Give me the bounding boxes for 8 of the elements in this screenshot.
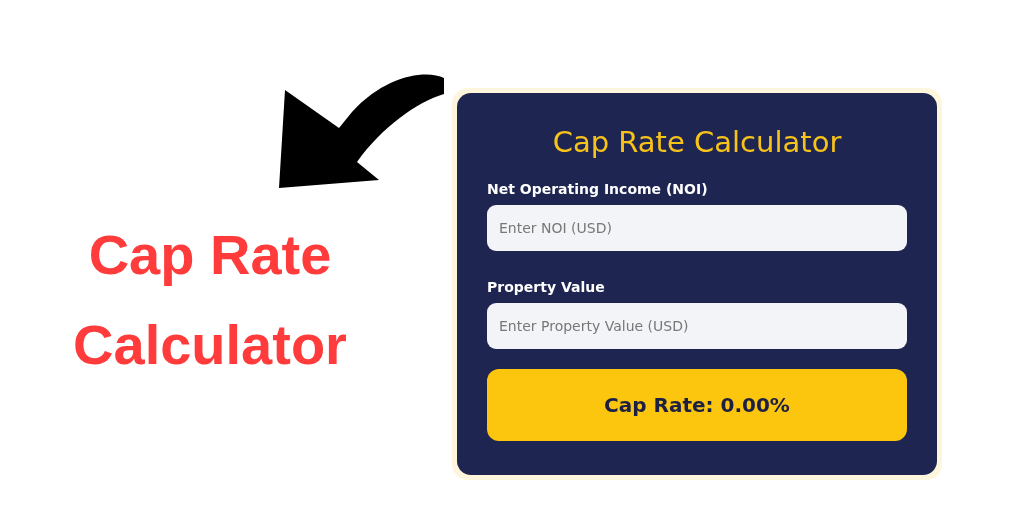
field-label: Net Operating Income (NOI): [487, 181, 709, 197]
input-field[interactable]: Enter NOI (USD): [487, 205, 907, 251]
cap-rate-result-button[interactable]: Cap Rate: 0.00%: [487, 369, 907, 441]
headline-text: Calculator: [73, 312, 347, 378]
input-field[interactable]: Enter Property Value (USD): [487, 303, 907, 349]
headline-text: Cap Rate: [88, 222, 332, 288]
calculator-title: Cap Rate Calculator: [551, 125, 843, 159]
field-label: Property Value: [487, 279, 606, 295]
